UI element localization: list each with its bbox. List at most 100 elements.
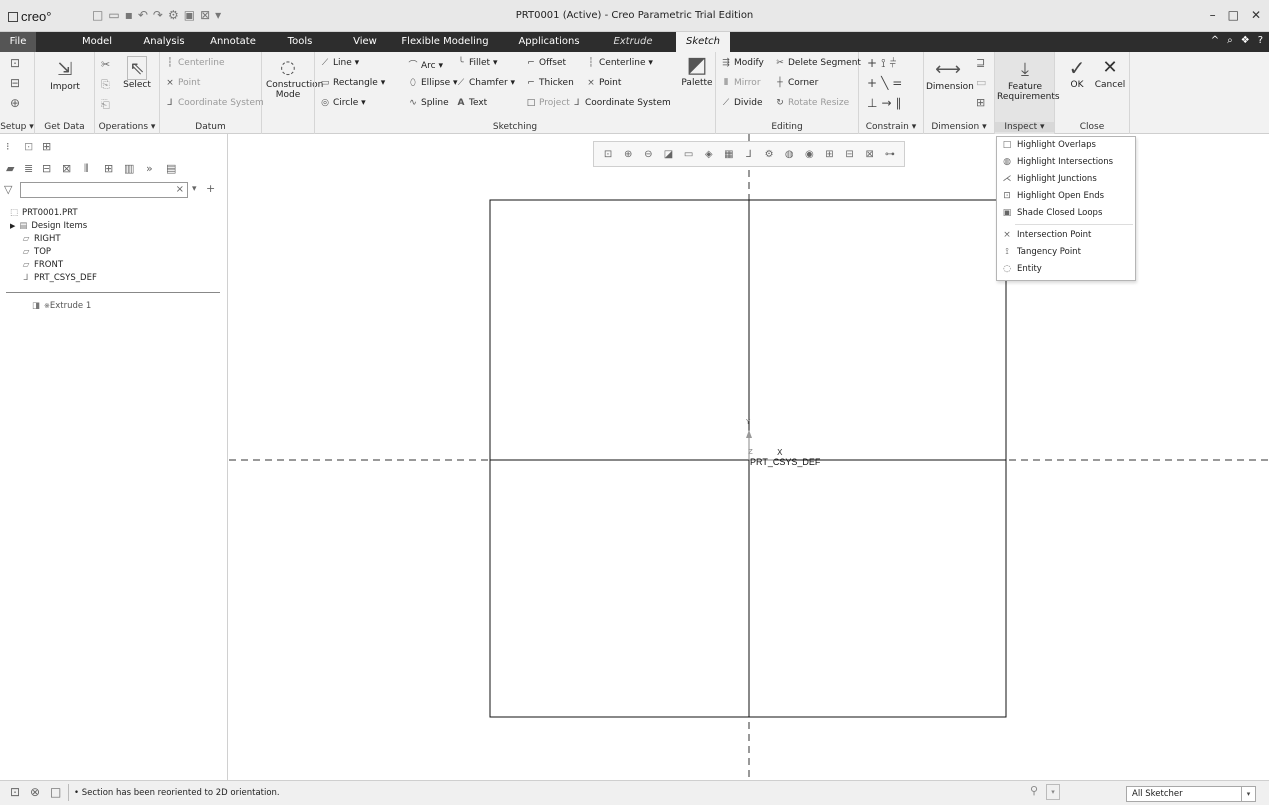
find-icon[interactable]: ⚲ (1030, 784, 1038, 797)
baseline-icon[interactable]: ▭ (976, 76, 986, 89)
community-icon[interactable]: ❖ (1241, 35, 1250, 46)
tree-filter-icon[interactable]: ≣ (24, 162, 33, 175)
view-manager-icon[interactable]: ◉ (801, 149, 817, 160)
tree-item-front[interactable]: ▱ FRONT (20, 260, 63, 270)
dimension-button[interactable]: ⟷ Dimension (926, 58, 974, 92)
maximize-icon[interactable]: □ (1228, 8, 1239, 22)
selection-filter-select[interactable]: All Sketcher ▾ (1126, 786, 1256, 802)
divide-tool[interactable]: ⟋ Divide (720, 98, 763, 108)
menu-item-entity[interactable]: ◌ Entity (997, 261, 1135, 278)
select-button[interactable]: ⇖ Select (119, 56, 155, 90)
tab-model[interactable]: Model (72, 32, 122, 52)
reference-dimension-icon[interactable]: ⊞ (976, 96, 985, 109)
feature-requirements-button[interactable]: ⤓ Feature Requirements (997, 58, 1060, 102)
tree-item-extrude[interactable]: ◨ ※Extrude 1 (30, 301, 91, 311)
thicken-tool[interactable]: ⌐ Thicken (525, 78, 574, 88)
equal-constraint-icon[interactable]: = (892, 76, 906, 90)
spin-center-icon[interactable]: ◍ (781, 149, 797, 160)
filter-dropdown-icon[interactable]: ▾ (192, 184, 197, 194)
tree-root[interactable]: ⬚ PRT0001.PRT (8, 208, 78, 218)
display-dimensions-icon[interactable]: ⊟ (842, 149, 858, 160)
group-label-setup[interactable]: Setup ▾ (0, 122, 34, 132)
sketch-setup-icon[interactable]: ⊡ (10, 56, 20, 70)
tab-view[interactable]: View (345, 32, 385, 52)
group-label-dimension[interactable]: Dimension ▾ (924, 122, 994, 132)
corner-tool[interactable]: ┼ Corner (774, 78, 818, 88)
tab-analysis[interactable]: Analysis (136, 32, 192, 52)
details-icon[interactable]: ▥ (124, 162, 134, 175)
collapse-ribbon-icon[interactable]: ^ (1211, 35, 1219, 46)
minimize-icon[interactable]: – (1210, 8, 1216, 22)
show-browser-icon[interactable]: ⊗ (30, 785, 40, 799)
layers-icon[interactable]: ▰ (6, 162, 14, 175)
full-screen-icon[interactable]: □ (50, 785, 61, 799)
add-filter-icon[interactable]: + (206, 182, 215, 195)
group-label-inspect[interactable]: Inspect ▾ (995, 122, 1054, 132)
search-icon[interactable]: ⌕ (1227, 35, 1233, 46)
show-navigator-icon[interactable]: ⊡ (10, 785, 20, 799)
tab-extrude[interactable]: Extrude (603, 32, 663, 52)
menu-item-shade-closed-loops[interactable]: ▣ Shade Closed Loops (997, 205, 1135, 222)
tree-item-csys[interactable]: ⅃ PRT_CSYS_DEF (20, 273, 97, 283)
more-icon[interactable]: » (146, 162, 153, 175)
perpendicular-constraint-icon[interactable]: ⊥ (867, 96, 881, 110)
repaint-icon[interactable]: ◪ (660, 149, 676, 160)
folder-browser-tab-icon[interactable]: ⊡ (24, 140, 33, 153)
menu-item-highlight-overlaps[interactable]: □ Highlight Overlaps (997, 137, 1135, 154)
perimeter-icon[interactable]: ⊒ (976, 56, 985, 69)
sketch-view-icon[interactable]: ⊟ (10, 76, 20, 90)
ellipse-tool[interactable]: ⬯ Ellipse ▾ (407, 78, 457, 88)
model-tree-tab-icon[interactable]: ⁝ (6, 140, 10, 153)
tab-file[interactable]: File (0, 32, 36, 52)
sketch-coordinate-system-tool[interactable]: ⅃ Coordinate System (571, 98, 670, 108)
saved-orientations-icon[interactable]: ▦ (721, 149, 737, 160)
menu-item-highlight-junctions[interactable]: ⋌ Highlight Junctions (997, 171, 1135, 188)
tab-annotate[interactable]: Annotate (205, 32, 261, 52)
annotation-display-icon[interactable]: ⚙ (761, 149, 777, 160)
sketch-point-tool[interactable]: × Point (585, 78, 621, 88)
chamfer-tool[interactable]: ⟋ Chamfer ▾ (455, 78, 515, 88)
datum-display-icon[interactable]: ⅃ (741, 149, 757, 160)
construction-mode-button[interactable]: ◌ Construction Mode (266, 56, 323, 100)
show-details-icon[interactable]: ▤ (166, 162, 176, 175)
menu-item-intersection-point[interactable]: × Intersection Point (997, 227, 1135, 244)
midpoint-constraint-icon[interactable]: ⫩ (890, 56, 901, 70)
refit-icon[interactable]: ⊡ (600, 149, 616, 160)
datum-point[interactable]: × Point (164, 78, 200, 88)
tab-flexible-modeling[interactable]: Flexible Modeling (400, 32, 490, 52)
tree-item-design-items[interactable]: ▶ ▤ Design Items (10, 221, 87, 231)
spline-tool[interactable]: ∿ Spline (407, 98, 448, 108)
references-icon[interactable]: ⊕ (10, 96, 20, 110)
cancel-button[interactable]: ✕ Cancel (1093, 56, 1127, 90)
close-icon[interactable]: ✕ (1251, 8, 1261, 22)
display-vertices-icon[interactable]: ⊶ (882, 149, 898, 160)
sketch-view-icon[interactable]: ⊞ (821, 149, 837, 160)
mirror-tool[interactable]: ⫴ Mirror (720, 78, 760, 88)
tangent-constraint-icon[interactable]: ⟟ (881, 56, 889, 70)
menu-item-tangency-point[interactable]: ⟟ Tangency Point (997, 244, 1135, 261)
arc-tool[interactable]: ⌒ Arc ▾ (407, 58, 443, 71)
clear-search-icon[interactable]: × (176, 184, 184, 195)
parallel-constraint-icon[interactable]: ∥ (896, 96, 906, 110)
display-constraints-icon[interactable]: ⊠ (862, 149, 878, 160)
tree-item-top[interactable]: ▱ TOP (20, 247, 51, 257)
vertical-constraint-icon[interactable]: + (867, 56, 881, 70)
copy-icon[interactable]: ⎘ (101, 78, 110, 92)
text-tool[interactable]: A Text (455, 98, 488, 108)
tree-item-right[interactable]: ▱ RIGHT (20, 234, 61, 244)
fillet-tool[interactable]: ╰ Fillet ▾ (455, 58, 497, 68)
favorites-tab-icon[interactable]: ⊞ (42, 140, 51, 153)
insert-here-marker[interactable] (6, 292, 220, 293)
tab-applications[interactable]: Applications (514, 32, 584, 52)
perspective-icon[interactable]: ◈ (701, 149, 717, 160)
symmetric-constraint-icon[interactable]: → (881, 96, 895, 110)
rectangle-tool[interactable]: ▭ Rectangle ▾ (319, 78, 386, 88)
zoom-out-icon[interactable]: ⊖ (640, 149, 656, 160)
paste-icon[interactable]: ⎗ (101, 98, 110, 112)
coincident-constraint-icon[interactable]: ╲ (881, 76, 892, 90)
menu-item-highlight-open-ends[interactable]: ⊡ Highlight Open Ends (997, 188, 1135, 205)
ok-button[interactable]: ✓ OK (1063, 56, 1091, 90)
tree-search-input[interactable]: × (20, 182, 188, 198)
tab-sketch[interactable]: Sketch (676, 32, 730, 52)
offset-tool[interactable]: ⌐ Offset (525, 58, 566, 68)
